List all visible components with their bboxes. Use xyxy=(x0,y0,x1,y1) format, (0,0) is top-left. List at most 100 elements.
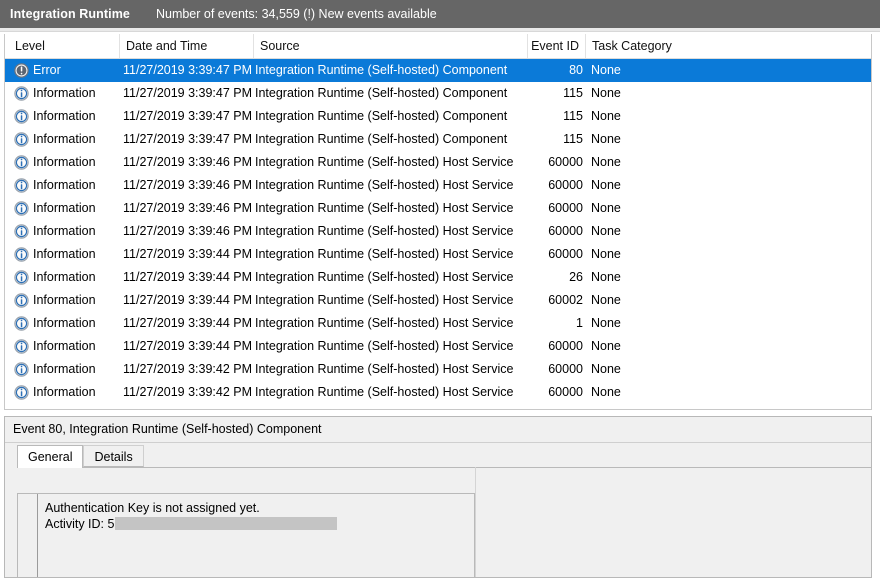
table-row[interactable]: Information11/27/2019 3:39:47 PMIntegrat… xyxy=(5,128,871,151)
event-count-status: Number of events: 34,559 (!) New events … xyxy=(156,7,437,21)
cell-level: Information xyxy=(13,381,119,404)
cell-source: Integration Runtime (Self-hosted) Host S… xyxy=(255,381,533,404)
cell-date-and-time: 11/27/2019 3:39:46 PM xyxy=(123,220,251,243)
cell-task-category: None xyxy=(591,105,791,128)
cell-event-id: 60000 xyxy=(505,381,583,404)
cell-task-category: None xyxy=(591,289,791,312)
table-row[interactable]: Information11/27/2019 3:39:47 PMIntegrat… xyxy=(5,82,871,105)
cell-level: Information xyxy=(13,289,119,312)
cell-date-and-time: 11/27/2019 3:39:46 PM xyxy=(123,197,251,220)
cell-date-and-time: 11/27/2019 3:39:44 PM xyxy=(123,312,251,335)
cell-task-category: None xyxy=(591,82,791,105)
page-title: Integration Runtime xyxy=(10,7,130,21)
table-row[interactable]: Information11/27/2019 3:39:44 PMIntegrat… xyxy=(5,243,871,266)
cell-date-and-time: 11/27/2019 3:39:47 PM xyxy=(123,82,251,105)
cell-date-and-time: 11/27/2019 3:39:46 PM xyxy=(123,151,251,174)
cell-level: Information xyxy=(13,243,119,266)
cell-event-id: 60000 xyxy=(505,358,583,381)
cell-level: Information xyxy=(13,220,119,243)
table-row[interactable]: Information11/27/2019 3:39:44 PMIntegrat… xyxy=(5,312,871,335)
cell-task-category: None xyxy=(591,174,791,197)
cell-source: Integration Runtime (Self-hosted) Host S… xyxy=(255,358,533,381)
cell-level: Information xyxy=(13,82,119,105)
titlebar: Integration Runtime Number of events: 34… xyxy=(0,0,880,28)
column-header-event-id[interactable]: Event ID xyxy=(527,34,585,58)
titlebar-divider xyxy=(0,28,880,32)
cell-event-id: 60000 xyxy=(505,335,583,358)
cell-source: Integration Runtime (Self-hosted) Host S… xyxy=(255,312,533,335)
event-list-pane[interactable]: Level Date and Time Source Event ID Task… xyxy=(4,34,872,410)
event-list-header: Level Date and Time Source Event ID Task… xyxy=(5,34,871,59)
event-list-rows: Error11/27/2019 3:39:47 PMIntegration Ru… xyxy=(5,59,871,404)
event-message-content: Authentication Key is not assigned yet. … xyxy=(37,494,474,578)
cell-event-id: 60000 xyxy=(505,197,583,220)
table-row[interactable]: Information11/27/2019 3:39:46 PMIntegrat… xyxy=(5,220,871,243)
cell-event-id: 60000 xyxy=(505,174,583,197)
cell-level: Information xyxy=(13,358,119,381)
tab-general[interactable]: General xyxy=(17,445,83,468)
event-message-line-2: Activity ID: 5 xyxy=(45,516,474,532)
column-header-source[interactable]: Source xyxy=(253,34,527,58)
detail-tabstrip: General Details xyxy=(17,443,871,468)
table-row[interactable]: Information11/27/2019 3:39:42 PMIntegrat… xyxy=(5,381,871,404)
table-row[interactable]: Information11/27/2019 3:39:44 PMIntegrat… xyxy=(5,289,871,312)
table-row[interactable]: Information11/27/2019 3:39:44 PMIntegrat… xyxy=(5,335,871,358)
column-header-task-category[interactable]: Task Category xyxy=(585,34,871,58)
cell-task-category: None xyxy=(591,381,791,404)
cell-level: Information xyxy=(13,266,119,289)
cell-source: Integration Runtime (Self-hosted) Host S… xyxy=(255,174,533,197)
cell-source: Integration Runtime (Self-hosted) Host S… xyxy=(255,289,533,312)
cell-date-and-time: 11/27/2019 3:39:47 PM xyxy=(123,105,251,128)
cell-level: Information xyxy=(13,312,119,335)
table-row[interactable]: Information11/27/2019 3:39:46 PMIntegrat… xyxy=(5,151,871,174)
event-detail-header: Event 80, Integration Runtime (Self-host… xyxy=(5,417,871,443)
redacted-activity-id xyxy=(115,517,337,530)
cell-event-id: 60000 xyxy=(505,243,583,266)
cell-level: Information xyxy=(13,128,119,151)
event-viewer-window: Integration Runtime Number of events: 34… xyxy=(0,0,880,580)
cell-task-category: None xyxy=(591,312,791,335)
cell-event-id: 60000 xyxy=(505,151,583,174)
cell-event-id: 1 xyxy=(505,312,583,335)
cell-source: Integration Runtime (Self-hosted) Host S… xyxy=(255,197,533,220)
cell-task-category: None xyxy=(591,59,791,82)
cell-level: Information xyxy=(13,197,119,220)
cell-event-id: 26 xyxy=(505,266,583,289)
cell-task-category: None xyxy=(591,266,791,289)
cell-source: Integration Runtime (Self-hosted) Compon… xyxy=(255,82,533,105)
cell-date-and-time: 11/27/2019 3:39:44 PM xyxy=(123,243,251,266)
cell-source: Integration Runtime (Self-hosted) Compon… xyxy=(255,128,533,151)
cell-level: Error xyxy=(13,59,119,82)
cell-date-and-time: 11/27/2019 3:39:44 PM xyxy=(123,335,251,358)
table-row[interactable]: Information11/27/2019 3:39:46 PMIntegrat… xyxy=(5,174,871,197)
cell-date-and-time: 11/27/2019 3:39:47 PM xyxy=(123,128,251,151)
cell-level: Information xyxy=(13,174,119,197)
event-message-line-1: Authentication Key is not assigned yet. xyxy=(45,500,474,516)
cell-source: Integration Runtime (Self-hosted) Host S… xyxy=(255,335,533,358)
cell-level: Information xyxy=(13,335,119,358)
cell-level: Information xyxy=(13,151,119,174)
cell-source: Integration Runtime (Self-hosted) Host S… xyxy=(255,151,533,174)
cell-source: Integration Runtime (Self-hosted) Host S… xyxy=(255,266,533,289)
tab-details[interactable]: Details xyxy=(83,445,143,467)
detail-pane-vertical-divider[interactable] xyxy=(475,467,476,578)
cell-date-and-time: 11/27/2019 3:39:46 PM xyxy=(123,174,251,197)
cell-event-id: 115 xyxy=(505,82,583,105)
table-row[interactable]: Information11/27/2019 3:39:42 PMIntegrat… xyxy=(5,358,871,381)
cell-task-category: None xyxy=(591,151,791,174)
cell-date-and-time: 11/27/2019 3:39:42 PM xyxy=(123,381,251,404)
cell-date-and-time: 11/27/2019 3:39:44 PM xyxy=(123,266,251,289)
table-row[interactable]: Information11/27/2019 3:39:47 PMIntegrat… xyxy=(5,105,871,128)
cell-task-category: None xyxy=(591,220,791,243)
event-message-box: Authentication Key is not assigned yet. … xyxy=(17,493,475,578)
table-row[interactable]: Information11/27/2019 3:39:44 PMIntegrat… xyxy=(5,266,871,289)
cell-source: Integration Runtime (Self-hosted) Host S… xyxy=(255,243,533,266)
cell-date-and-time: 11/27/2019 3:39:44 PM xyxy=(123,289,251,312)
table-row[interactable]: Information11/27/2019 3:39:46 PMIntegrat… xyxy=(5,197,871,220)
activity-id-label: Activity ID: 5 xyxy=(45,517,114,531)
cell-event-id: 115 xyxy=(505,128,583,151)
cell-source: Integration Runtime (Self-hosted) Compon… xyxy=(255,59,533,82)
column-header-level[interactable]: Level xyxy=(5,34,123,58)
column-header-date-and-time[interactable]: Date and Time xyxy=(119,34,253,58)
table-row[interactable]: Error11/27/2019 3:39:47 PMIntegration Ru… xyxy=(5,59,871,82)
